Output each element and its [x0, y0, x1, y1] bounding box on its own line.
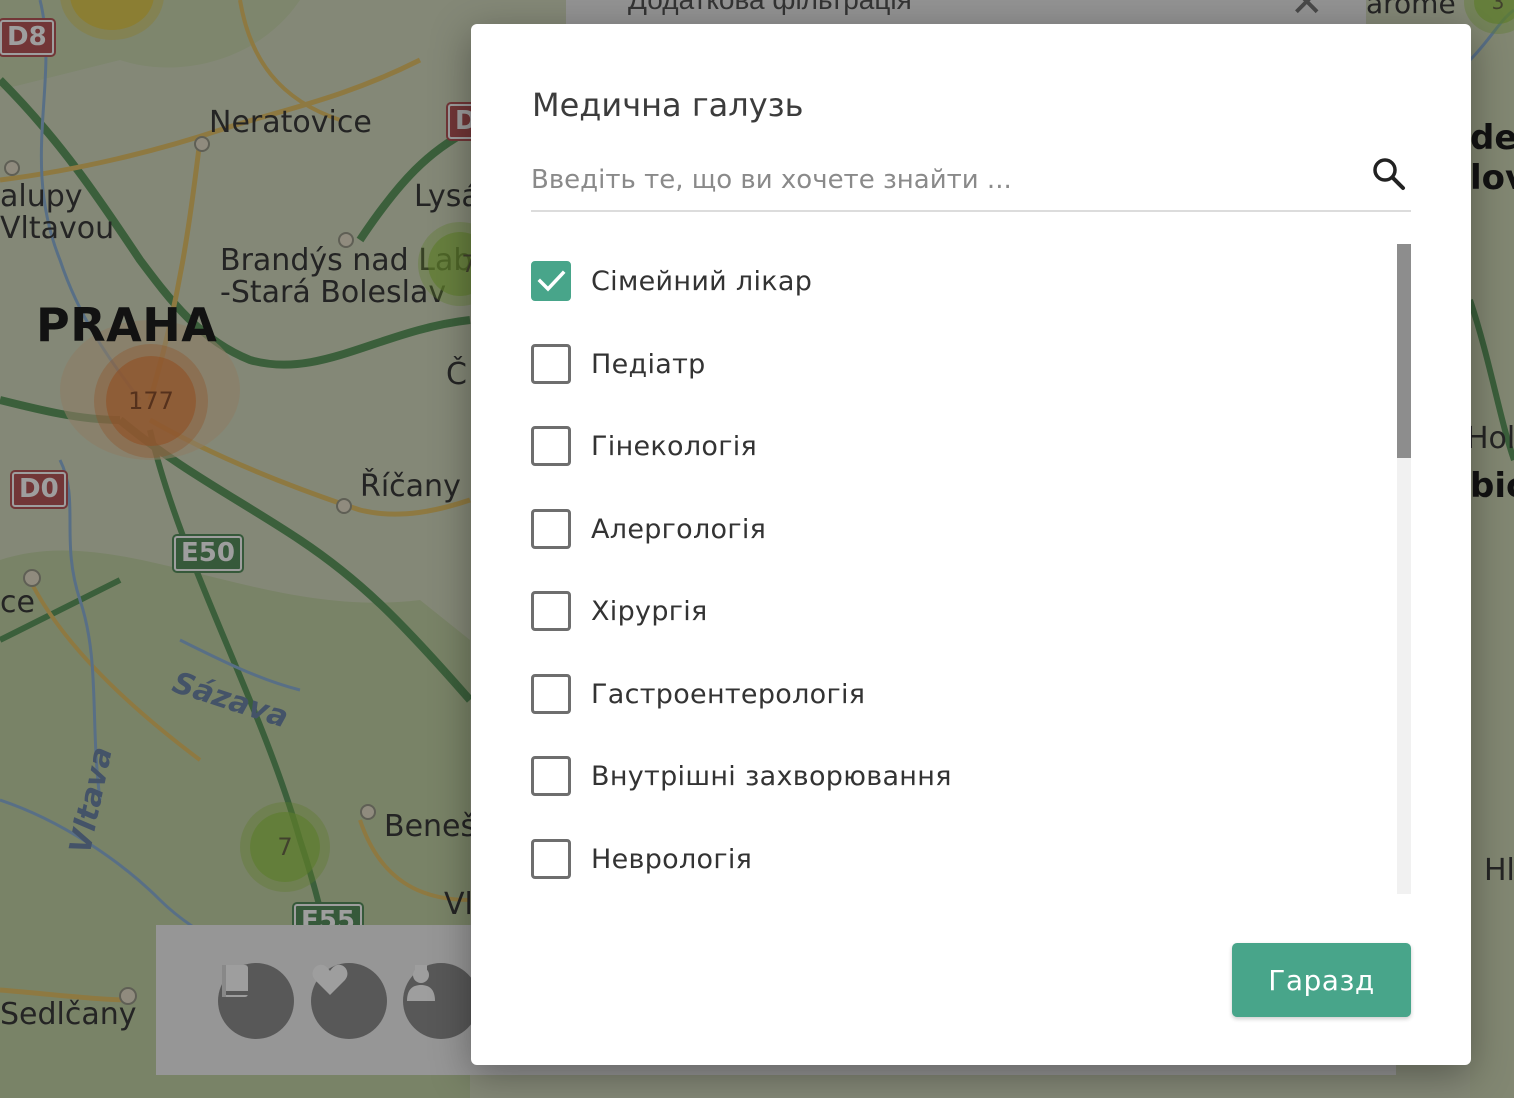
- checkbox-checked[interactable]: [531, 261, 571, 301]
- search-field: [531, 158, 1411, 212]
- list-item-family-doctor[interactable]: Сімейний лікар: [531, 251, 1371, 311]
- list-item-label: Неврологія: [591, 843, 753, 875]
- list-item-label: Хірургія: [591, 595, 708, 627]
- list-item-label: Внутрішні захворювання: [591, 760, 952, 792]
- checkbox[interactable]: [531, 839, 571, 879]
- check-icon: [537, 270, 566, 292]
- checkbox[interactable]: [531, 344, 571, 384]
- category-list[interactable]: Сімейний лікар Педіатр Гінекологія Алерг…: [531, 244, 1411, 894]
- list-item-label: Сімейний лікар: [591, 265, 813, 297]
- search-input[interactable]: [531, 162, 1351, 198]
- medical-field-dialog: Медична галузь Сімейний лікар Педіатр Гі…: [471, 24, 1471, 1065]
- scrollbar-thumb[interactable]: [1397, 244, 1411, 458]
- list-item-neurology[interactable]: Неврологія: [531, 829, 1371, 889]
- checkbox[interactable]: [531, 674, 571, 714]
- list-item-allergology[interactable]: Алергологія: [531, 499, 1371, 559]
- list-item-label: Гінекологія: [591, 430, 758, 462]
- checkbox[interactable]: [531, 426, 571, 466]
- list-item-surgery[interactable]: Хірургія: [531, 581, 1371, 641]
- checkbox[interactable]: [531, 591, 571, 631]
- dialog-title: Медична галузь: [532, 86, 804, 124]
- scrollbar-track[interactable]: [1397, 244, 1411, 894]
- list-item-pediatrician[interactable]: Педіатр: [531, 334, 1371, 394]
- list-item-label: Алергологія: [591, 513, 767, 545]
- list-item-gynecology[interactable]: Гінекологія: [531, 416, 1371, 476]
- ok-button[interactable]: Гаразд: [1232, 943, 1411, 1017]
- list-item-label: Гастроентерологія: [591, 678, 866, 710]
- list-item-internal-diseases[interactable]: Внутрішні захворювання: [531, 746, 1371, 806]
- checkbox[interactable]: [531, 756, 571, 796]
- list-item-gastroenterology[interactable]: Гастроентерологія: [531, 664, 1371, 724]
- list-item-label: Педіатр: [591, 348, 706, 380]
- search-icon[interactable]: [1369, 154, 1409, 194]
- checkbox[interactable]: [531, 509, 571, 549]
